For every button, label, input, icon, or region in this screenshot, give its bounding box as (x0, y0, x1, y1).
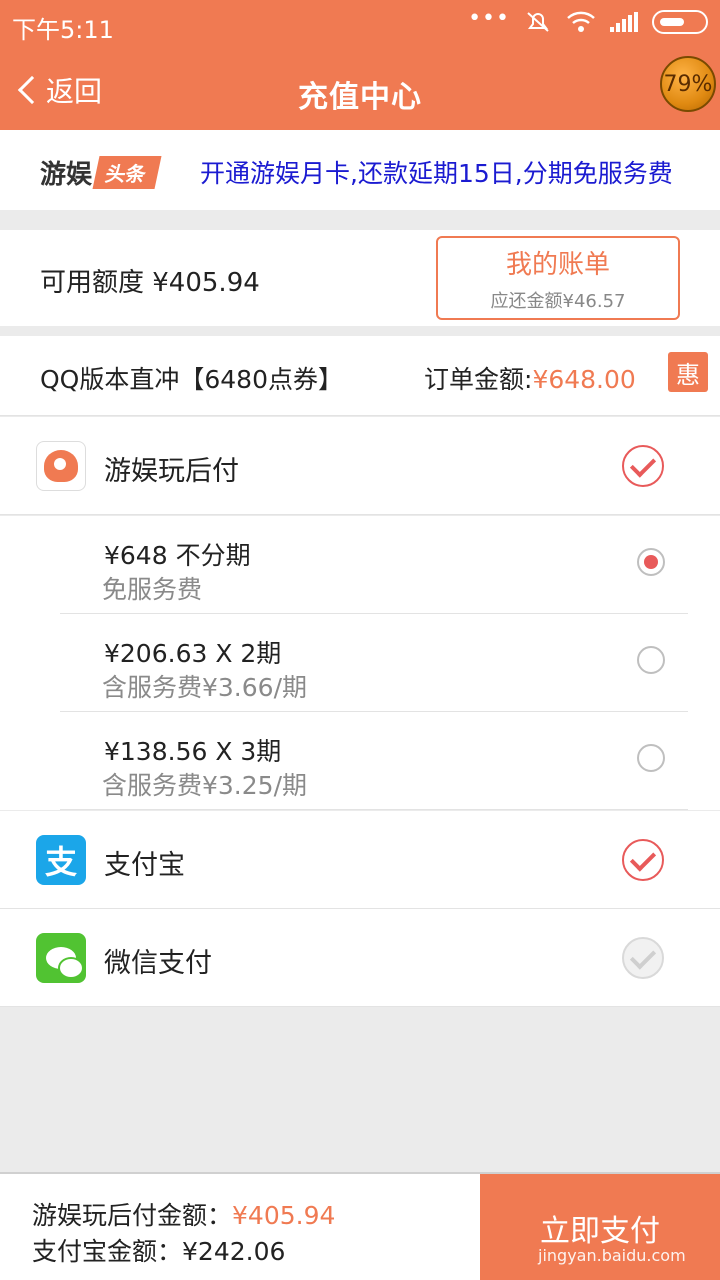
method-alipay[interactable]: 支 支付宝 (0, 811, 720, 909)
status-icons: ••• (468, 6, 708, 34)
order-amount-label: 订单金额: (424, 365, 533, 394)
available-credit: 可用额度 ¥405.94 (40, 268, 260, 298)
installment-option[interactable]: ¥648 不分期 免服务费 (60, 516, 688, 614)
method-label: 微信支付 (104, 948, 212, 979)
promo-badge[interactable]: 惠 (668, 352, 708, 392)
method-label: 支付宝 (104, 850, 185, 881)
news-logo: 游娱 头条 (40, 154, 162, 191)
installment-fee: 免服务费 (102, 575, 203, 604)
after-pay-label: 游娱玩后付金额： (32, 1201, 233, 1230)
my-bill-button[interactable]: 我的账单 应还金额¥46.57 (436, 236, 680, 320)
installment-list: ¥648 不分期 免服务费 ¥206.63 X 2期 含服务费¥3.66/期 ¥… (0, 516, 720, 810)
radio-icon[interactable] (637, 646, 665, 674)
alipay-amount-value: ¥242.06 (182, 1237, 286, 1266)
radio-icon[interactable] (637, 744, 665, 772)
bill-due: 应还金额¥46.57 (490, 291, 626, 312)
page-title: 充值中心 (298, 80, 422, 115)
news-banner[interactable]: 游娱 头条 开通游娱月卡,还款延期15日,分期免服务费 (0, 130, 720, 210)
order-row: QQ版本直冲【6480点券】 订单金额:¥648.00 惠 (0, 336, 720, 416)
radio-selected-icon[interactable] (637, 548, 665, 576)
method-after-pay[interactable]: 游娱玩后付 (0, 417, 720, 515)
installment-fee: 含服务费¥3.66/期 (102, 673, 307, 702)
order-amount: 订单金额:¥648.00 (424, 360, 636, 396)
status-time: 下午5:11 (12, 16, 114, 44)
installment-option[interactable]: ¥138.56 X 3期 含服务费¥3.25/期 (60, 712, 688, 810)
check-circle-icon[interactable] (622, 839, 664, 881)
floating-badge[interactable]: 79% (660, 56, 716, 112)
installment-fee: 含服务费¥3.25/期 (102, 771, 307, 800)
order-name: QQ版本直冲【6480点券】 (40, 365, 343, 394)
mute-icon (527, 12, 549, 32)
wifi-icon (567, 11, 595, 32)
title-bar: 返回 充值中心 79% (0, 50, 720, 130)
installment-amount: ¥206.63 X 2期 (104, 639, 282, 668)
battery-icon (652, 10, 708, 34)
after-pay-value: ¥405.94 (232, 1201, 336, 1230)
credit-row: 可用额度 ¥405.94 我的账单 应还金额¥46.57 (0, 230, 720, 326)
logo-tag: 头条 (92, 156, 162, 189)
more-dots-icon: ••• (468, 5, 510, 31)
check-circle-disabled-icon[interactable] (622, 937, 664, 979)
after-pay-amount: 游娱玩后付金额：¥405.94 (32, 1196, 335, 1232)
alipay-amount-label: 支付宝金额： (32, 1237, 183, 1266)
method-wechat[interactable]: 微信支付 (0, 909, 720, 1007)
alipay-icon: 支 (36, 835, 86, 885)
installment-amount: ¥648 不分期 (104, 541, 251, 570)
logo-main: 游娱 (40, 160, 93, 190)
watermark: jingyan.baidu.com (538, 1246, 686, 1265)
wechat-icon (36, 933, 86, 983)
status-bar: 下午5:11 ••• (0, 0, 720, 50)
app-octopus-icon (36, 441, 86, 491)
news-text[interactable]: 开通游娱月卡,还款延期15日,分期免服务费 (200, 154, 673, 190)
check-circle-icon[interactable] (622, 445, 664, 487)
method-label: 游娱玩后付 (104, 456, 239, 487)
installment-option[interactable]: ¥206.63 X 2期 含服务费¥3.66/期 (60, 614, 688, 712)
installment-amount: ¥138.56 X 3期 (104, 737, 282, 766)
order-amount-value: ¥648.00 (532, 365, 636, 394)
signal-icon (610, 12, 638, 32)
bill-title: 我的账单 (505, 250, 610, 280)
alipay-amount: 支付宝金额：¥242.06 (32, 1232, 285, 1268)
